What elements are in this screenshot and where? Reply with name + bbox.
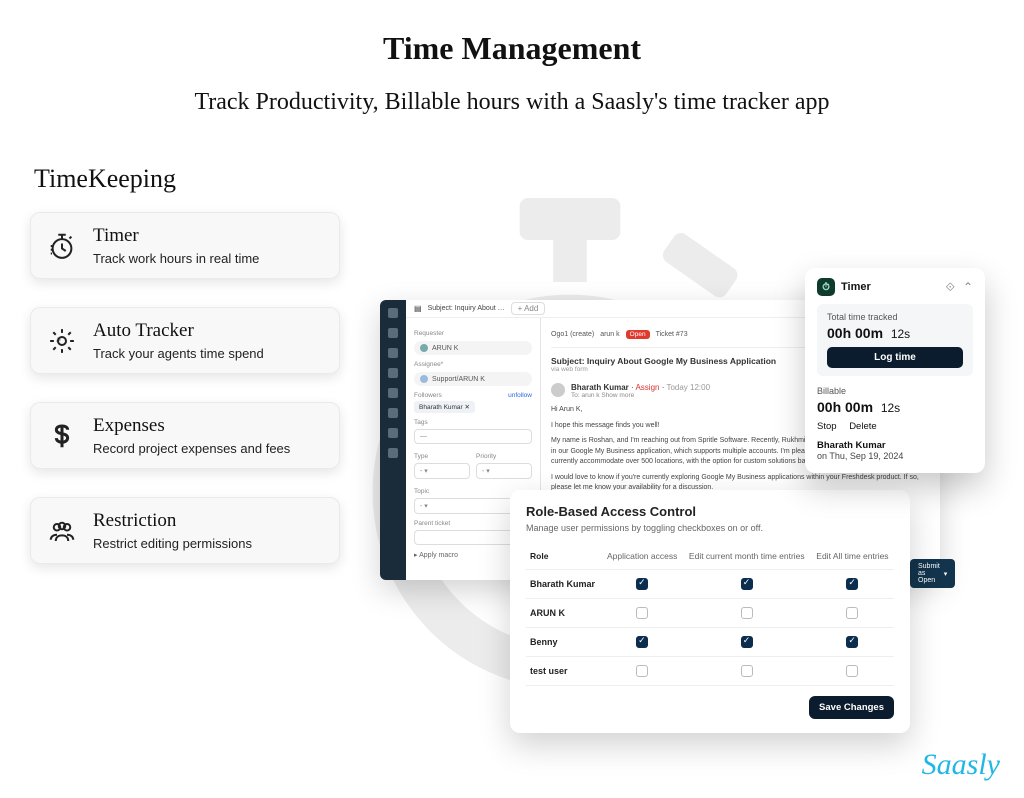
billable-label: Billable [817, 386, 973, 396]
timer-date: on Thu, Sep 19, 2024 [817, 451, 973, 461]
comment-author: Bharath Kumar [571, 383, 629, 392]
role-name: ARUN K [526, 599, 602, 628]
assign-link[interactable]: Assign [635, 383, 659, 392]
card-restriction[interactable]: Restriction Restrict editing permissions [30, 497, 340, 564]
breadcrumb-agent[interactable]: Ogo1 (create) [551, 331, 594, 338]
card-title: Timer [93, 225, 259, 247]
timer-user: Bharath Kumar [817, 440, 973, 451]
save-changes-button[interactable]: Save Changes [809, 696, 894, 719]
card-timer[interactable]: Timer Track work hours in real time [30, 212, 340, 279]
role-name: test user [526, 657, 602, 686]
type-label: Type [414, 453, 470, 460]
assignee-select[interactable]: Support/ARUN K [414, 372, 532, 386]
requester-label: Requester [414, 330, 532, 337]
brand-logo: Saasly [922, 748, 1000, 782]
breadcrumb-agent[interactable]: arun k [600, 331, 619, 338]
helpdesk-sidebar [380, 300, 406, 580]
avatar [551, 383, 565, 397]
priority-label: Priority [476, 453, 532, 460]
add-tab-button[interactable]: + Add [511, 302, 546, 315]
card-expenses[interactable]: Expenses Record project expenses and fee… [30, 402, 340, 469]
nav-users-icon[interactable] [388, 368, 398, 378]
ticket-id: Ticket #73 [656, 331, 688, 338]
timer-title: Timer [841, 281, 871, 293]
unfollow-link[interactable]: unfollow [508, 392, 532, 399]
chevron-up-icon[interactable]: ⌃ [963, 280, 973, 295]
checkbox[interactable] [741, 578, 753, 590]
nav-analytics-icon[interactable] [388, 408, 398, 418]
status-badge: Open [626, 330, 650, 339]
checkbox[interactable] [636, 607, 648, 619]
col-edit-all: Edit All time entries [811, 543, 894, 570]
col-edit-month: Edit current month time entries [683, 543, 811, 570]
gear-icon [47, 326, 77, 356]
people-icon [47, 516, 77, 546]
stopwatch-icon [47, 231, 77, 261]
role-name: Bharath Kumar [526, 570, 602, 599]
requester-select[interactable]: ARUN K [414, 341, 532, 355]
table-row: test user [526, 657, 894, 686]
card-desc: Restrict editing permissions [93, 536, 252, 551]
card-title: Restriction [93, 510, 252, 532]
stop-button[interactable]: Stop [817, 421, 837, 432]
assignee-label: Assignee* [414, 361, 532, 368]
checkbox[interactable] [846, 636, 858, 648]
rbac-table: Role Application access Edit current mon… [526, 543, 894, 686]
rbac-subtitle: Manage user permissions by toggling chec… [526, 523, 894, 533]
nav-tickets-icon[interactable] [388, 348, 398, 358]
priority-select[interactable]: - ▾ [476, 463, 532, 479]
doc-icon: ▤ [414, 304, 422, 313]
checkbox[interactable] [846, 578, 858, 590]
submit-as-open-button[interactable]: Submit as Open ▾ [910, 559, 955, 588]
billable-time-value: 00h 00m 12s [817, 399, 973, 415]
card-title: Expenses [93, 415, 290, 437]
tags-input[interactable]: — [414, 429, 532, 444]
role-name: Benny [526, 628, 602, 657]
page-subtitle: Track Productivity, Billable hours with … [0, 89, 1024, 116]
delete-button[interactable]: Delete [849, 421, 876, 432]
to-line[interactable]: To: arun k Show more [571, 392, 710, 399]
table-row: Bharath Kumar [526, 570, 894, 599]
card-desc: Record project expenses and fees [93, 441, 290, 456]
table-row: ARUN K [526, 599, 894, 628]
comment-time: Today 12:00 [666, 383, 710, 392]
rbac-panel: Role-Based Access Control Manage user pe… [510, 490, 910, 733]
nav-admin-icon[interactable] [388, 448, 398, 458]
nav-home-icon[interactable] [388, 308, 398, 318]
timer-app-icon [817, 278, 835, 296]
tags-label: Tags [414, 419, 532, 426]
card-desc: Track work hours in real time [93, 251, 259, 266]
total-time-label: Total time tracked [827, 312, 963, 322]
card-title: Auto Tracker [93, 320, 264, 342]
col-app-access: Application access [602, 543, 683, 570]
checkbox[interactable] [636, 578, 648, 590]
table-row: Benny [526, 628, 894, 657]
checkbox[interactable] [636, 665, 648, 677]
followers-label: Followersunfollow [414, 392, 532, 399]
nav-settings-icon[interactable] [388, 428, 398, 438]
log-time-button[interactable]: Log time [827, 347, 963, 368]
dollar-icon [47, 421, 77, 451]
rbac-title: Role-Based Access Control [526, 504, 894, 519]
checkbox[interactable] [741, 607, 753, 619]
checkbox[interactable] [741, 636, 753, 648]
feature-card-list: Timer Track work hours in real time Auto… [30, 212, 340, 564]
col-role: Role [526, 543, 602, 570]
follower-chip[interactable]: Bharath Kumar ✕ [414, 401, 475, 413]
nav-reports-icon[interactable] [388, 388, 398, 398]
nav-dashboard-icon[interactable] [388, 328, 398, 338]
timer-widget: Timer ⟐ ⌃ Total time tracked 00h 00m 12s… [805, 268, 985, 473]
checkbox[interactable] [741, 665, 753, 677]
card-desc: Track your agents time spend [93, 346, 264, 361]
type-select[interactable]: - ▾ [414, 463, 470, 479]
checkbox[interactable] [846, 607, 858, 619]
page-title: Time Management [0, 30, 1024, 67]
helpdesk-tab[interactable]: Subject: Inquiry About … [428, 305, 505, 312]
pin-icon[interactable]: ⟐ [945, 280, 954, 295]
total-time-block: Total time tracked 00h 00m 12s Log time [817, 304, 973, 376]
total-time-value: 00h 00m 12s [827, 325, 963, 341]
card-auto-tracker[interactable]: Auto Tracker Track your agents time spen… [30, 307, 340, 374]
checkbox[interactable] [636, 636, 648, 648]
checkbox[interactable] [846, 665, 858, 677]
